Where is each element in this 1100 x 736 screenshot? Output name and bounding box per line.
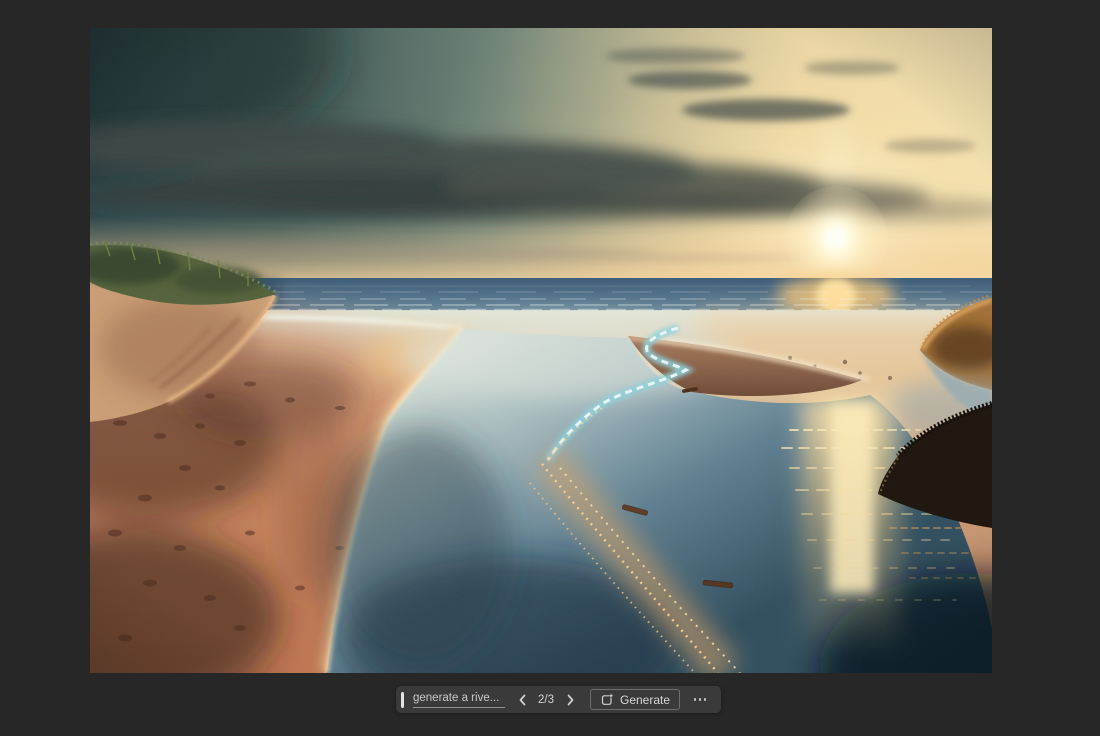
previous-image-button[interactable] bbox=[513, 690, 531, 710]
more-options-button[interactable] bbox=[689, 690, 711, 710]
chevron-right-icon bbox=[567, 694, 573, 705]
next-image-button[interactable] bbox=[561, 690, 579, 710]
image-counter: 2/3 bbox=[538, 693, 554, 706]
image-sparkle-icon bbox=[601, 692, 614, 705]
prompt-input[interactable]: generate a rive... bbox=[413, 691, 505, 708]
app-window: { "window": { "background": "#272727" },… bbox=[0, 0, 1100, 736]
generate-button[interactable]: Generate bbox=[590, 689, 681, 710]
drag-handle[interactable] bbox=[401, 691, 404, 708]
prompt-toolbar: generate a rive... 2/3 Generate bbox=[396, 686, 722, 713]
generated-image[interactable] bbox=[90, 28, 992, 673]
ellipsis-icon bbox=[693, 698, 707, 701]
beach-sunset-scene bbox=[90, 28, 992, 673]
chevron-left-icon bbox=[519, 694, 525, 705]
generate-button-label: Generate bbox=[620, 692, 671, 707]
vignette bbox=[90, 28, 992, 673]
